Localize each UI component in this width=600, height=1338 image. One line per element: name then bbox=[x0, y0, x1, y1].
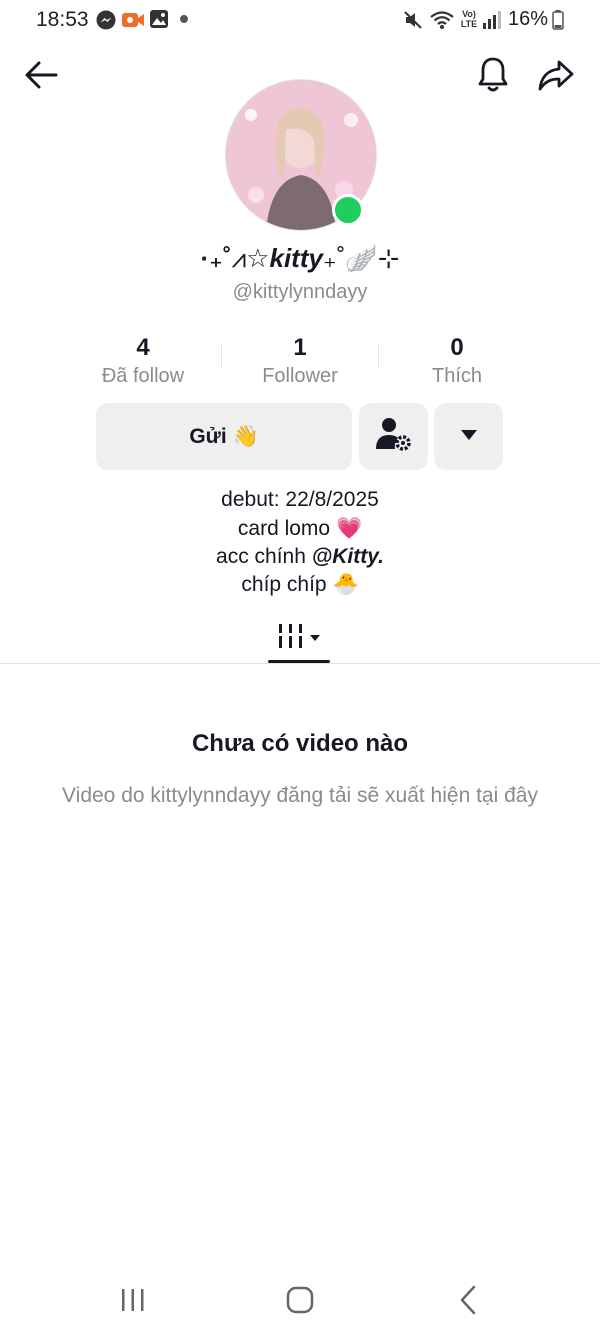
online-status-indicator bbox=[332, 194, 364, 226]
grid-columns-icon bbox=[277, 622, 304, 655]
share-button[interactable] bbox=[534, 55, 578, 99]
arrow-left-icon bbox=[23, 60, 59, 95]
gallery-icon bbox=[149, 9, 171, 31]
bio-line: chíp chíp 🐣 bbox=[241, 573, 359, 596]
bio-mention-link[interactable]: @Kitty. bbox=[312, 545, 384, 568]
wifi-icon bbox=[429, 9, 454, 31]
messenger-icon bbox=[95, 9, 117, 31]
dot-icon bbox=[180, 15, 188, 23]
system-back-button[interactable] bbox=[446, 1280, 490, 1324]
signal-icon bbox=[482, 9, 504, 31]
username: @kittylynndayy bbox=[232, 281, 368, 303]
display-name: ·₊˚⩘☆kitty₊˚🪽⊹ bbox=[200, 243, 400, 273]
caret-down-icon bbox=[309, 629, 321, 647]
notification-button[interactable] bbox=[471, 54, 515, 98]
tab-videos[interactable] bbox=[268, 612, 330, 664]
home-button[interactable] bbox=[278, 1280, 322, 1324]
stat-value: 4 bbox=[136, 334, 150, 361]
mute-icon bbox=[402, 9, 424, 31]
bell-icon bbox=[476, 55, 510, 98]
caret-down-icon bbox=[460, 428, 478, 446]
more-options-button[interactable] bbox=[434, 403, 503, 470]
battery-icon bbox=[552, 9, 574, 31]
stat-label: Thích bbox=[431, 365, 483, 387]
recents-button[interactable] bbox=[111, 1280, 155, 1324]
person-settings-icon bbox=[375, 416, 413, 457]
back-chevron-icon bbox=[458, 1285, 478, 1320]
home-icon bbox=[286, 1286, 314, 1319]
tab-divider bbox=[0, 663, 600, 664]
volte-icon: Vo) LTE bbox=[460, 9, 478, 29]
send-button-label: Gửi 👋 bbox=[189, 424, 259, 448]
stat-value: 1 bbox=[293, 334, 307, 361]
status-time: 18:53 bbox=[36, 8, 89, 31]
recents-icon bbox=[120, 1287, 146, 1318]
empty-state-title: Chưa có video nào bbox=[191, 730, 409, 757]
stat-following[interactable]: 4 Đã follow bbox=[65, 334, 221, 388]
stat-followers[interactable]: 1 Follower bbox=[222, 334, 378, 388]
send-message-button[interactable]: Gửi 👋 bbox=[96, 403, 352, 470]
status-bar: 18:53 Vo) LTE 16% bbox=[0, 0, 600, 40]
bio-line: card lomo 💗 bbox=[237, 517, 363, 540]
stat-label: Đã follow bbox=[101, 365, 185, 387]
battery-percent: 16% bbox=[507, 8, 548, 30]
stat-label: Follower bbox=[262, 365, 338, 387]
bio-line: debut: 22/8/2025 bbox=[221, 488, 379, 511]
bio-line: acc chính @Kitty. bbox=[216, 545, 384, 568]
video-call-icon bbox=[121, 9, 144, 31]
stat-likes[interactable]: 0 Thích bbox=[379, 334, 535, 388]
back-button[interactable] bbox=[19, 55, 63, 99]
empty-state-description: Video do kittylynndayy đăng tải sẽ xuất … bbox=[62, 784, 538, 807]
share-arrow-icon bbox=[537, 58, 575, 97]
profile-settings-button[interactable] bbox=[359, 403, 428, 470]
stat-value: 0 bbox=[450, 334, 464, 361]
